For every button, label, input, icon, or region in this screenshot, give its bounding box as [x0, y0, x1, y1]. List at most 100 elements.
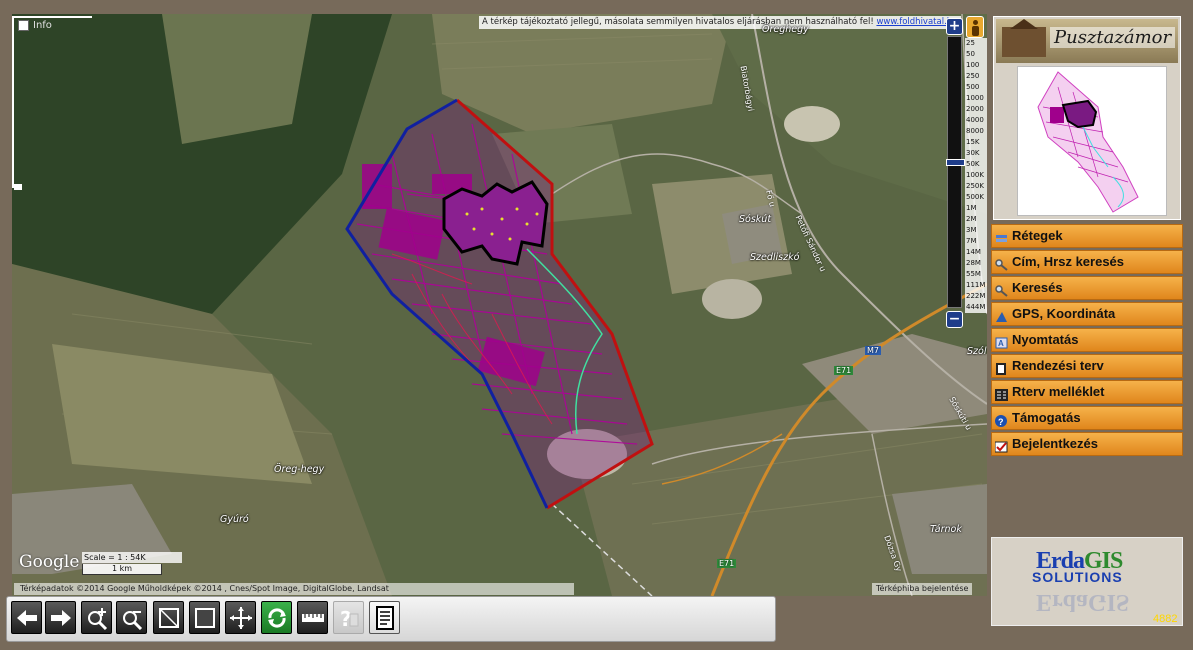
zoom-level-label[interactable]: 8000 [965, 126, 987, 137]
street-view-pegman-icon[interactable] [966, 16, 984, 38]
menu-item-label: Támogatás [1012, 410, 1081, 425]
full-extent-icon [195, 608, 215, 628]
zoom-in-icon [88, 608, 108, 630]
zoom-level-label[interactable]: 4000 [965, 115, 987, 126]
place-label: Szedliszkó [750, 252, 800, 263]
refresh-icon [268, 608, 286, 628]
menu-item-label: Keresés [1012, 280, 1063, 295]
report-map-error-link[interactable]: Térképhiba bejelentése [872, 583, 973, 595]
zoom-level-label[interactable]: 250K [965, 181, 987, 192]
menu-item-label: Rendezési terv [1012, 358, 1104, 373]
place-label: Sóskút [739, 214, 772, 225]
measure-icon [302, 614, 324, 622]
zoom-level-label[interactable]: 3M [965, 225, 987, 236]
brand-solutions: SOLUTIONS [1032, 569, 1123, 585]
zoom-level-label[interactable]: 7M [965, 236, 987, 247]
zoom-level-label[interactable]: 1M [965, 203, 987, 214]
measure-button[interactable] [297, 601, 328, 634]
zoom-level-label[interactable]: 25 [965, 38, 987, 49]
zoom-level-label[interactable]: 111M [965, 280, 987, 291]
document-icon [376, 606, 394, 630]
zoom-level-label[interactable]: 14M [965, 247, 987, 258]
zoom-level-label[interactable]: 222M [965, 291, 987, 302]
menu-item-layers[interactable]: Rétegek [991, 224, 1183, 248]
place-label: Öreg-hegy [274, 464, 325, 475]
overview-minimap[interactable] [1017, 66, 1167, 216]
main-menu: Rétegek Cím, Hrsz keresés Keresés GPS, Koor… [991, 224, 1183, 458]
login-icon [994, 438, 1008, 453]
menu-item-plan[interactable]: Rendezési terv [991, 354, 1183, 378]
address-search-icon [995, 256, 1008, 271]
zoom-scale-labels: 25 50 100 250 500 1000 2000 4000 8000 15K 30K 50K 10… [965, 38, 987, 313]
menu-item-address-search[interactable]: Cím, Hrsz keresés [991, 250, 1183, 274]
search-icon [995, 282, 1008, 297]
zoom-level-label[interactable]: 500 [965, 82, 987, 93]
zoom-level-label[interactable]: 2M [965, 214, 987, 225]
forward-button[interactable] [45, 601, 76, 634]
scale-ratio: Scale = 1 : 54K [82, 552, 182, 563]
zoom-level-label[interactable]: 55M [965, 269, 987, 280]
full-extent-button[interactable] [189, 601, 220, 634]
motorway-shield: E71 [717, 559, 737, 568]
pan-icon [230, 607, 252, 629]
overview-map-graphic [1037, 71, 1139, 213]
menu-item-gps[interactable]: GPS, Koordináta [991, 302, 1183, 326]
zoom-slider-thumb[interactable] [946, 159, 965, 166]
zoom-level-label[interactable]: 1000 [965, 93, 987, 104]
print-icon: A [995, 334, 1008, 349]
visitor-counter: 4882 [1153, 613, 1178, 625]
refresh-button[interactable] [261, 601, 292, 634]
help-tool-button[interactable]: ? [333, 601, 364, 634]
map-view[interactable]: Info A térkép tájékoztató jellegű, másol… [12, 14, 987, 596]
municipality-logo-box: Pusztazámor [993, 16, 1181, 220]
back-button[interactable] [11, 601, 42, 634]
document-button[interactable] [369, 601, 400, 634]
zoom-level-label[interactable]: 250 [965, 71, 987, 82]
zoom-rectangle-button[interactable] [153, 601, 184, 634]
forward-arrow-icon [51, 610, 71, 626]
menu-item-search[interactable]: Keresés [991, 276, 1183, 300]
zoom-level-label[interactable]: 28M [965, 258, 987, 269]
zoom-level-label[interactable]: 2000 [965, 104, 987, 115]
plan-icon [995, 360, 1008, 375]
menu-item-print[interactable]: A Nyomtatás [991, 328, 1183, 352]
app-root: Info A térkép tájékoztató jellegű, másol… [0, 0, 1193, 650]
info-toggle-frame: Info [12, 16, 92, 190]
zoom-level-label[interactable]: 50K [965, 159, 987, 170]
menu-item-help[interactable]: ? Támogatás [991, 406, 1183, 430]
zoom-level-label[interactable]: 100K [965, 170, 987, 181]
menu-item-label: Bejelentkezés [1012, 436, 1098, 451]
brand-reflection: ErdaGIS [1036, 589, 1130, 615]
zoom-slider-track[interactable] [946, 36, 965, 308]
zoom-level-label[interactable]: 100 [965, 60, 987, 71]
place-label: Szól [967, 346, 987, 357]
zoom-in-tool-button[interactable] [81, 601, 112, 634]
menu-item-label: Rétegek [1012, 228, 1063, 243]
place-label: Gyúró [220, 514, 249, 525]
layers-icon [995, 230, 1008, 242]
motorway-shield: E71 [834, 366, 854, 375]
info-label: Info [33, 20, 52, 31]
zoom-control: + 25 50 100 250 500 1000 2000 4000 8000 15K 30K 50K… [946, 16, 987, 330]
menu-item-label: GPS, Koordináta [1012, 306, 1116, 321]
place-label: Öreghegy [762, 24, 809, 35]
info-checkbox[interactable] [18, 20, 29, 31]
castle-icon [1002, 19, 1046, 57]
menu-item-attachment[interactable]: Rterv melléklet [991, 380, 1183, 404]
frame-corner [14, 184, 22, 190]
svg-text:?: ? [998, 417, 1004, 427]
zoom-out-button[interactable]: − [946, 311, 963, 328]
zoom-level-label[interactable]: 500K [965, 192, 987, 203]
pan-button[interactable] [225, 601, 256, 634]
help-disabled-icon: ? [340, 607, 359, 630]
zoom-level-label[interactable]: 30K [965, 148, 987, 159]
zoom-level-label[interactable]: 50 [965, 49, 987, 60]
motorway-shield: M7 [865, 346, 881, 355]
zoom-level-label[interactable]: 15K [965, 137, 987, 148]
menu-item-login[interactable]: Bejelentkezés [991, 432, 1183, 456]
zoom-rect-icon [159, 608, 179, 628]
zoom-in-button[interactable]: + [946, 18, 963, 35]
zoom-out-icon [123, 611, 143, 630]
zoom-level-label[interactable]: 444M [965, 302, 987, 313]
zoom-out-tool-button[interactable] [116, 601, 147, 634]
